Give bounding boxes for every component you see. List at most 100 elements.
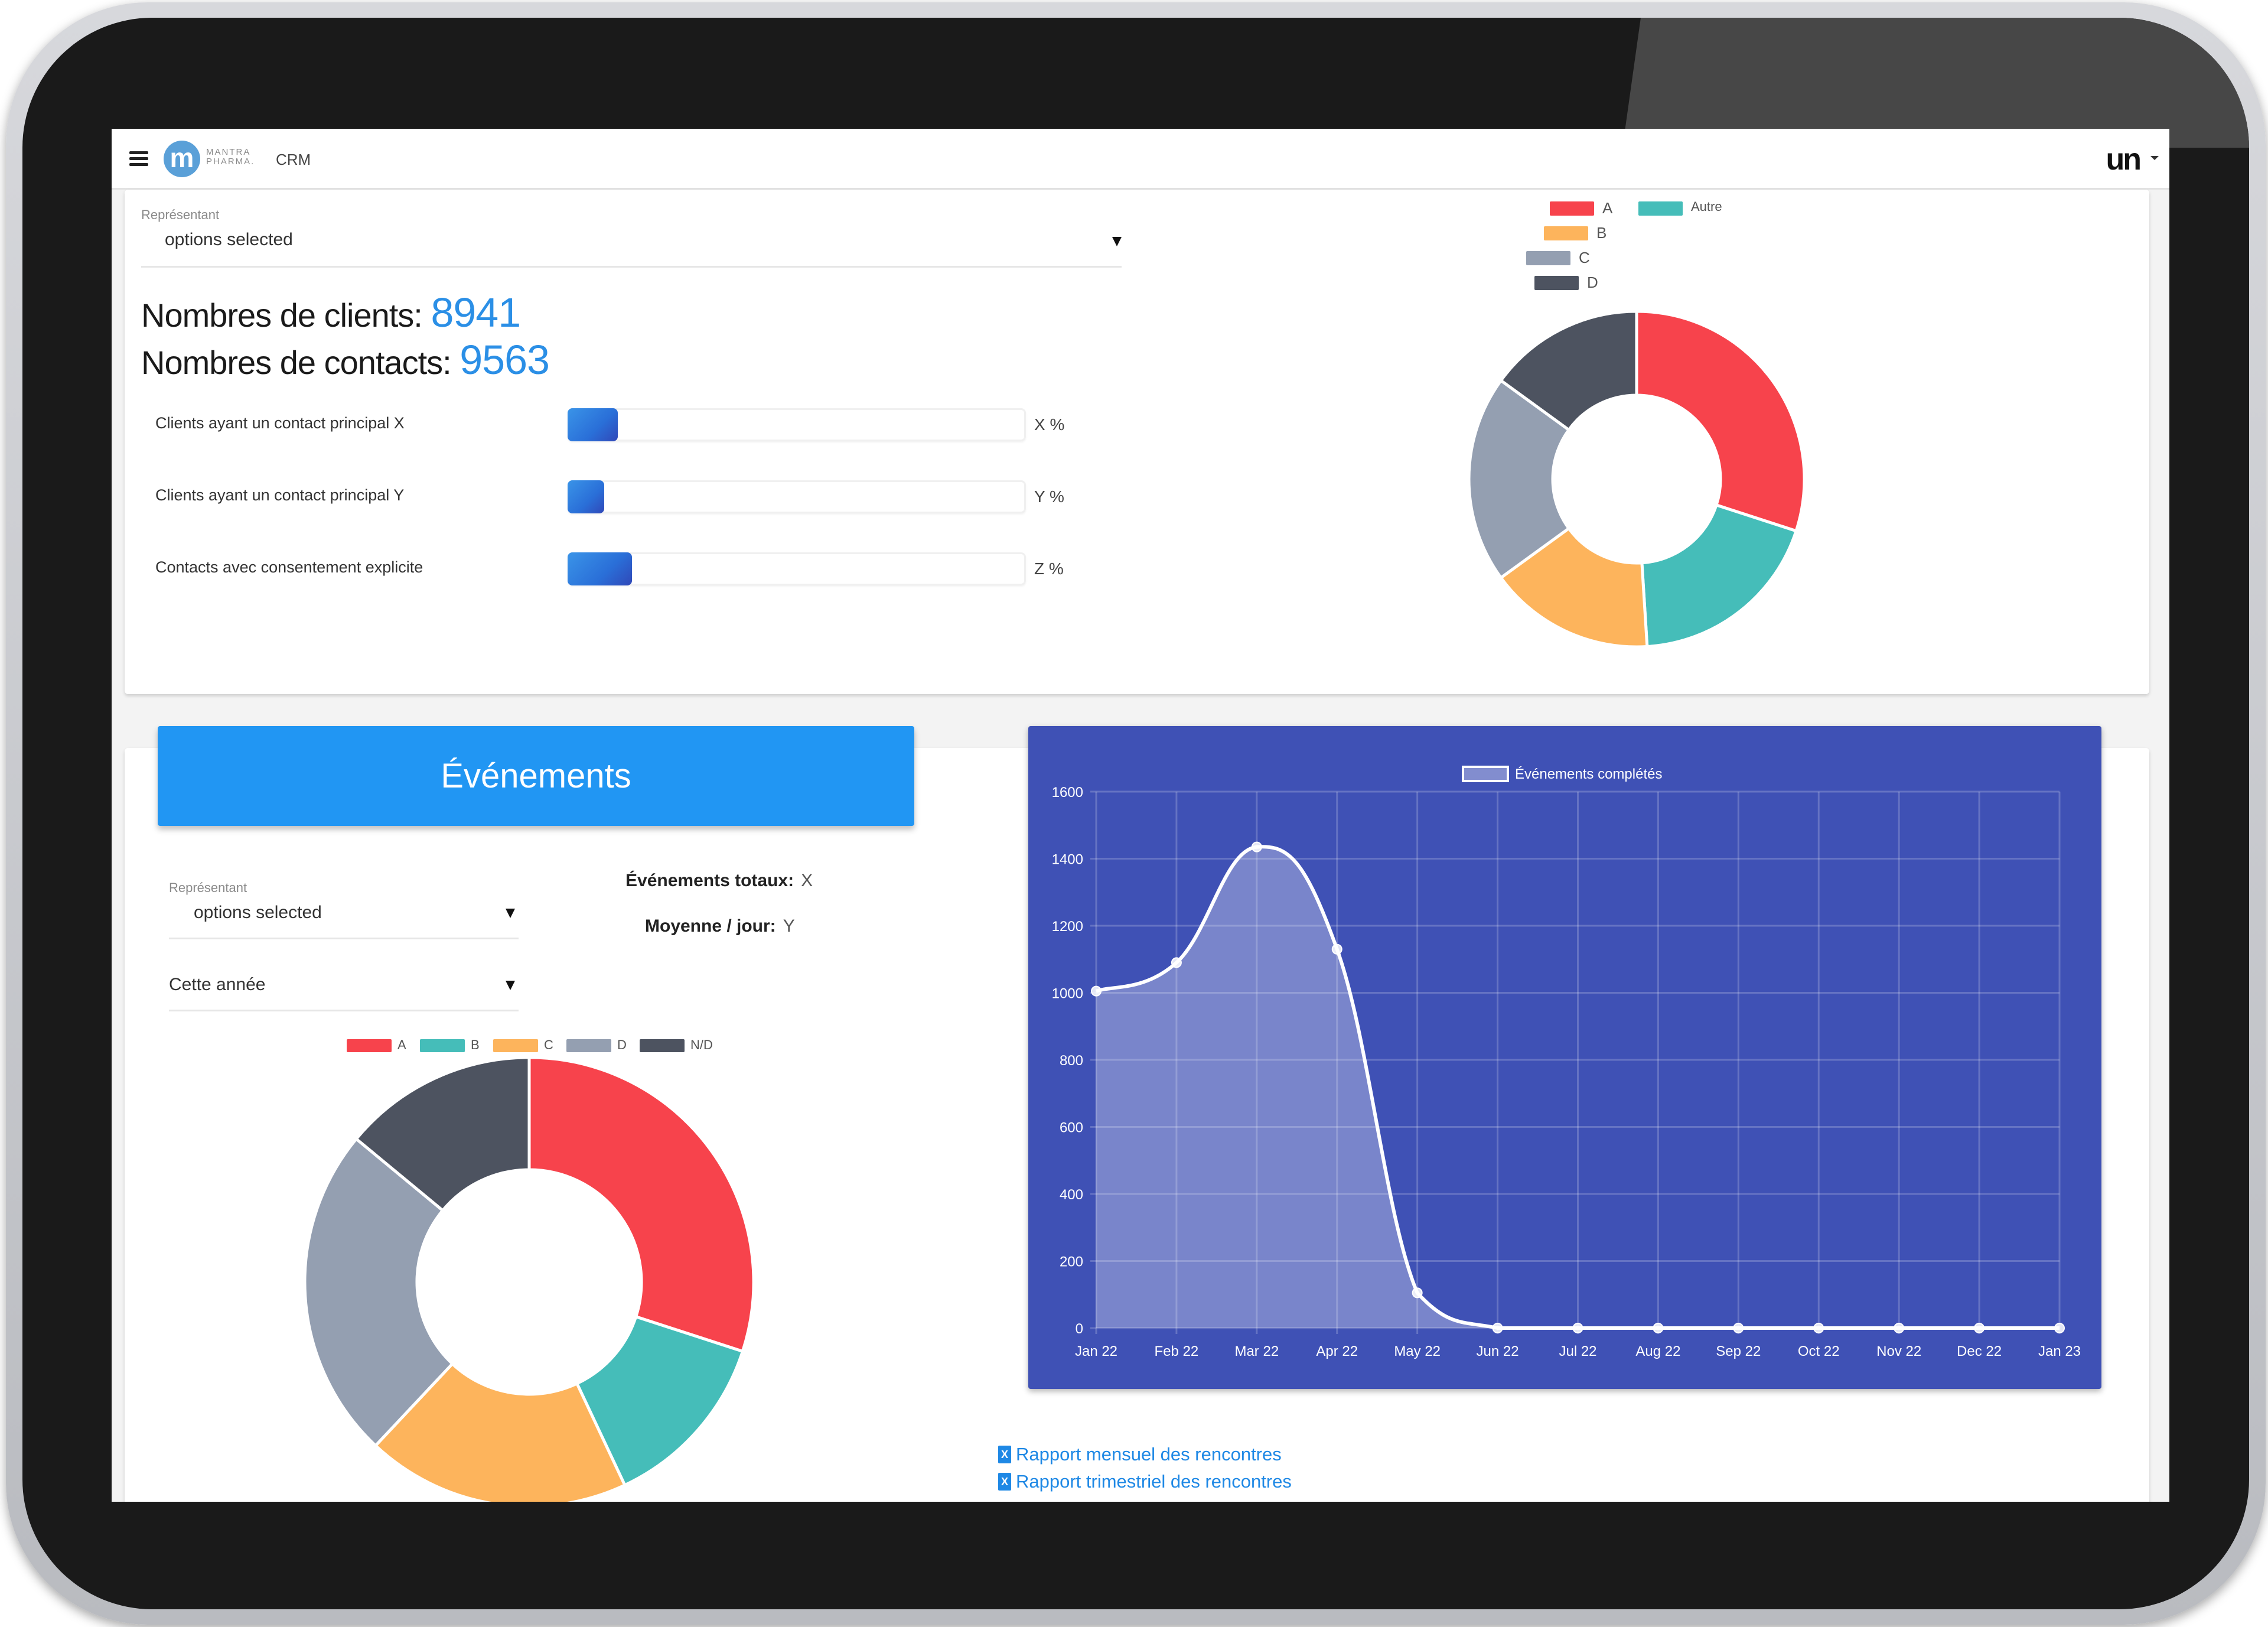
legend-label[interactable]: D (1587, 274, 1598, 292)
x-tick-label: Jan 23 (2038, 1343, 2081, 1359)
legend-swatch (493, 1039, 538, 1052)
data-point[interactable] (1251, 841, 1262, 852)
events-rep-filter-select[interactable]: options selected (169, 894, 519, 939)
x-tick-label: Sep 22 (1716, 1343, 1761, 1359)
period-filter-select[interactable]: Cette année (169, 967, 519, 1011)
data-point[interactable] (1653, 1323, 1664, 1333)
legend-label[interactable]: B (471, 1037, 480, 1053)
progress-label: Clients ayant un contact principal X (155, 414, 405, 432)
data-point[interactable] (1492, 1323, 1503, 1333)
x-tick-label: Dec 22 (1957, 1343, 2002, 1359)
app-screen: m MANTRA PHARMA. CRM un Représentant opt… (112, 129, 2169, 1502)
progress-fill (568, 408, 618, 441)
donut-slice-a[interactable] (527, 1056, 755, 1353)
events-average-label: Moyenne / jour: (645, 916, 776, 936)
app-name: CRM (276, 151, 311, 168)
data-point[interactable] (1171, 957, 1182, 968)
events-rep-filter-value: options selected (194, 903, 322, 922)
logo-line-2: PHARMA. (206, 157, 255, 167)
x-tick-label: Mar 22 (1234, 1343, 1279, 1359)
progress-label: Contacts avec consentement explicite (155, 558, 423, 576)
events-total-value: X (801, 871, 813, 890)
data-point[interactable] (1894, 1323, 1905, 1333)
logo-icon[interactable]: m (164, 141, 200, 177)
progress-label: Clients ayant un contact principal Y (155, 486, 405, 504)
x-tick-label: Apr 22 (1316, 1343, 1358, 1359)
data-point[interactable] (1813, 1323, 1824, 1333)
data-point[interactable] (1091, 985, 1102, 997)
donut-slice-autre[interactable] (1640, 503, 1798, 649)
x-tick-label: Aug 22 (1635, 1343, 1680, 1359)
contacts-value: 9563 (460, 337, 550, 383)
y-tick-label: 600 (1060, 1120, 1083, 1136)
legend-label[interactable]: N/D (690, 1037, 713, 1053)
chevron-down-icon (1112, 237, 1122, 246)
legend-label[interactable]: D (617, 1037, 627, 1053)
clients-label: Nombres de clients: (141, 297, 423, 334)
contacts-label: Nombres de contacts: (141, 344, 452, 381)
donut-chart-top (1467, 310, 1806, 649)
progress-track (568, 552, 1026, 585)
legend-swatch (1462, 766, 1509, 782)
logo-line-1: MANTRA (206, 147, 251, 157)
x-tick-label: Nov 22 (1876, 1343, 1921, 1359)
progress-fill (568, 552, 632, 585)
y-tick-label: 1600 (1052, 785, 1083, 801)
progress-value: X % (1034, 415, 1065, 434)
x-tick-label: Oct 22 (1798, 1343, 1840, 1359)
legend-label[interactable]: C (544, 1037, 553, 1053)
rep-filter-value: options selected (165, 230, 293, 249)
events-total-label: Événements totaux: (625, 871, 794, 890)
events-total: Événements totaux: X (625, 871, 813, 891)
report-link[interactable]: X Rapport trimestriel des rencontres (998, 1471, 1292, 1492)
x-tick-label: May 22 (1394, 1343, 1441, 1359)
overview-card: Représentant options selected Nombres de… (125, 190, 2149, 694)
donut-chart-bottom (303, 1056, 755, 1502)
user-menu-button[interactable]: un (2106, 142, 2142, 177)
y-tick-label: 800 (1060, 1053, 1083, 1069)
report-link[interactable]: X Rapport mensuel des rencontres (998, 1444, 1282, 1465)
progress-track (568, 480, 1026, 513)
data-point[interactable] (1572, 1323, 1583, 1333)
chevron-down-icon (506, 909, 515, 918)
progress-track (568, 408, 1026, 441)
events-average: Moyenne / jour: Y (645, 916, 795, 936)
bezel-glare (1622, 18, 2249, 148)
legend-swatch (640, 1039, 685, 1052)
legend-label[interactable]: A (397, 1037, 406, 1053)
legend-label[interactable]: Autre (1691, 199, 1722, 214)
excel-file-icon: X (998, 1473, 1011, 1491)
legend-swatch (566, 1039, 611, 1052)
events-banner[interactable]: Événements (158, 726, 914, 826)
x-tick-label: Jan 22 (1075, 1343, 1117, 1359)
data-point[interactable] (1733, 1323, 1744, 1333)
data-point[interactable] (1331, 943, 1342, 955)
clients-value: 8941 (431, 289, 521, 336)
data-point[interactable] (1412, 1287, 1423, 1299)
y-tick-label: 200 (1060, 1254, 1083, 1270)
data-point[interactable] (1974, 1323, 1985, 1333)
legend-label[interactable]: C (1579, 249, 1590, 267)
legend-label[interactable]: Événements complétés (1515, 766, 1662, 782)
user-menu-caret-icon[interactable] (2150, 156, 2159, 160)
hamburger-icon[interactable] (129, 151, 148, 167)
excel-file-icon: X (998, 1446, 1011, 1463)
legend-label[interactable]: A (1602, 199, 1612, 217)
clients-count: Nombres de clients: 8941 (141, 289, 521, 336)
report-link-label: Rapport mensuel des rencontres (1016, 1444, 1282, 1465)
legend-swatch (1550, 201, 1594, 216)
y-tick-label: 1000 (1052, 986, 1083, 1002)
rep-filter-select[interactable]: options selected (141, 223, 1122, 268)
x-tick-label: Jul 22 (1559, 1343, 1596, 1359)
app-header: m MANTRA PHARMA. CRM un (112, 129, 2169, 190)
progress-value: Y % (1034, 487, 1064, 506)
donut-slice-a[interactable] (1635, 310, 1806, 533)
legend-swatch (1638, 201, 1683, 216)
legend-swatch (420, 1039, 465, 1052)
events-line-chart-panel: Événements complétés 0 200 400 600 800 1000 120… (1028, 726, 2101, 1389)
y-tick-label: 400 (1060, 1187, 1083, 1203)
data-point[interactable] (2054, 1323, 2065, 1333)
legend-swatch (1544, 226, 1588, 240)
legend-label[interactable]: B (1596, 224, 1606, 242)
y-tick-label: 1400 (1052, 852, 1083, 868)
